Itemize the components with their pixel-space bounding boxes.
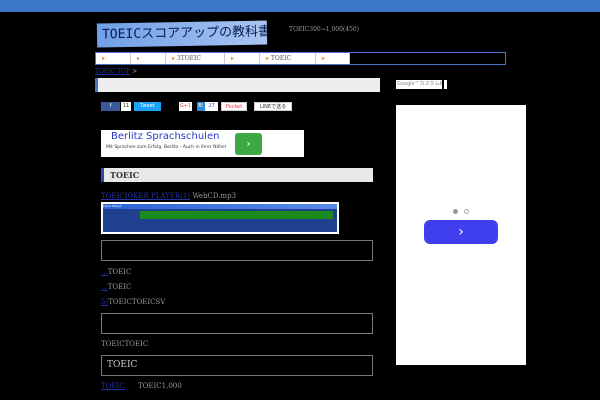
player-title: Joker Player (103, 204, 337, 209)
carousel-dot-active[interactable] (453, 209, 458, 214)
content-box (101, 313, 373, 334)
carousel-dot[interactable] (464, 209, 469, 214)
ad-banner[interactable]: Berlitz Sprachschulen Mit Sprachen zum E… (101, 130, 304, 157)
breadcrumb-sep: > (132, 68, 138, 75)
item-link[interactable]: ... (101, 283, 108, 291)
nav-item[interactable]: TOEIC (260, 53, 316, 64)
gplus-button[interactable]: G+1 (179, 102, 192, 111)
nav-item[interactable] (131, 53, 166, 64)
nav-item[interactable] (96, 53, 131, 64)
box-heading: TOEIC (101, 355, 373, 376)
title-bar (95, 78, 380, 92)
content-line: TOEICJOKER PLAYER(1) WebCD.mp3 (101, 192, 236, 200)
text: WebCD.mp3 (192, 192, 237, 200)
content-line: 5)TOEICTOEICSV (101, 298, 165, 306)
search-input[interactable]: Google™カスタム検索 (396, 80, 442, 89)
breadcrumb: TOEIC TOP > (95, 68, 137, 75)
side-ad[interactable]: › (396, 105, 526, 365)
content-line: ...TOEIC (101, 283, 131, 291)
line-button[interactable]: LINEで送る (254, 102, 292, 111)
ad-description: Mit Sprachen zum Erfolg. Berlitz - Auch … (106, 145, 227, 150)
section-heading: TOEIC (101, 168, 373, 182)
breadcrumb-home[interactable]: TOEIC TOP (95, 68, 130, 75)
top-bar (0, 0, 600, 12)
ad-arrow-button[interactable]: › (235, 133, 262, 155)
paragraph: TOEICTOEIC (101, 340, 149, 348)
facebook-count: 11 (121, 102, 131, 111)
tagline: TOEIC300→1,000(450) (289, 26, 360, 33)
ad-title[interactable]: Berlitz Sprachschulen (111, 131, 219, 142)
main-nav: 3TOEIC TOEIC (95, 52, 506, 65)
ad-next-button[interactable]: › (424, 220, 498, 244)
text: TOEIC1,000 (138, 382, 182, 390)
content-line: TOEIC TOEIC1,000 (101, 382, 182, 390)
waveform (140, 211, 333, 219)
text: TOEIC (107, 268, 132, 276)
text: TOEICTOEICSV (108, 298, 166, 306)
pocket-button[interactable]: Pocket (221, 102, 247, 111)
player-screenshot: Joker Player (101, 202, 339, 234)
tweet-button[interactable]: Tweet (134, 102, 161, 111)
facebook-share-button[interactable]: f (101, 102, 120, 111)
content-box (101, 240, 373, 261)
item-link[interactable]: ... (101, 268, 108, 276)
joker-player-link[interactable]: TOEICJOKER PLAYER(1) (101, 192, 190, 200)
content-line: ...TOEIC (101, 268, 131, 276)
text: TOEIC (107, 283, 132, 291)
nav-item[interactable] (316, 53, 350, 64)
nav-item[interactable]: 3TOEIC (166, 53, 225, 64)
site-logo[interactable]: TOEICスコアアップの教科書 (96, 20, 268, 48)
nav-item[interactable] (225, 53, 260, 64)
search-button[interactable] (444, 80, 447, 89)
toeic-link[interactable]: TOEIC (101, 382, 125, 390)
hatena-count: 27 (205, 102, 218, 111)
hatena-button[interactable]: B! (197, 102, 205, 111)
